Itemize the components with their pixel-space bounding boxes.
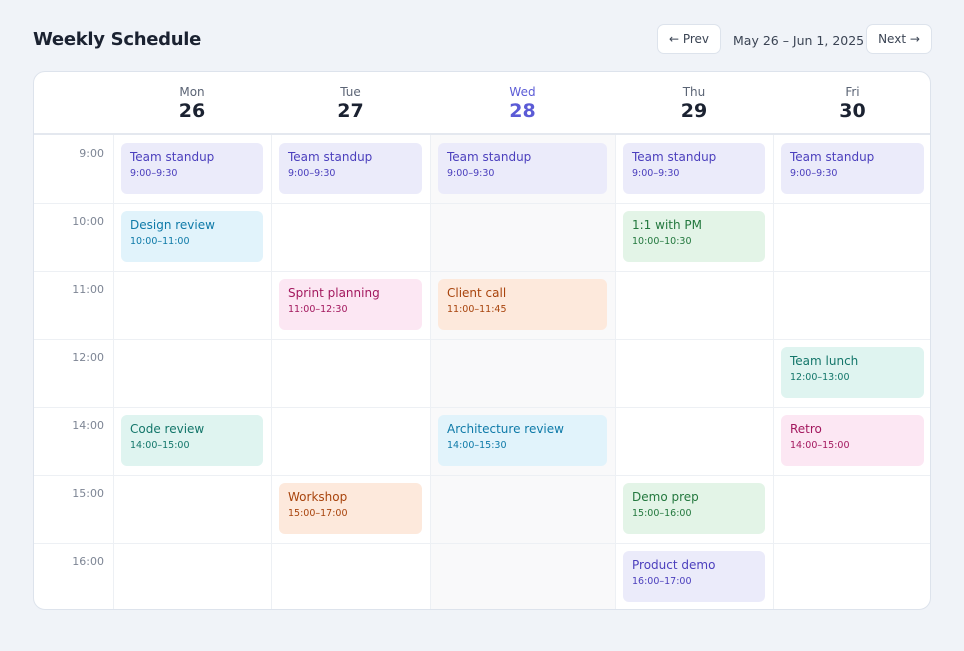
- event-title: Team standup: [130, 150, 215, 164]
- time-label: 14:00: [72, 419, 104, 432]
- event-time: 11:00–11:45: [447, 304, 507, 315]
- event-team-standup[interactable]: Team standup 9:00–9:30: [438, 143, 607, 194]
- column-divider: [615, 135, 616, 609]
- day-name: Fri: [845, 85, 860, 99]
- row-divider: [34, 407, 930, 408]
- today-column-highlight: [430, 135, 615, 609]
- time-label: 16:00: [72, 555, 104, 568]
- time-label: 10:00: [72, 215, 104, 228]
- event-title: Team standup: [632, 150, 717, 164]
- event-time: 15:00–17:00: [288, 508, 348, 519]
- day-header-tue: Tue 27: [271, 72, 430, 135]
- row-divider: [34, 543, 930, 544]
- event-team-lunch[interactable]: Team lunch 12:00–13:00: [781, 347, 924, 398]
- column-divider: [113, 135, 114, 609]
- schedule-grid: 9:00 10:00 11:00 12:00 14:00 15:00 16:00 Team s…: [34, 135, 930, 609]
- column-divider: [773, 135, 774, 609]
- day-header-fri: Fri 30: [773, 72, 930, 135]
- event-demo-prep[interactable]: Demo prep 15:00–16:00: [623, 483, 765, 534]
- event-title: Sprint planning: [288, 286, 380, 300]
- event-time: 15:00–16:00: [632, 508, 692, 519]
- row-divider: [34, 203, 930, 204]
- date-range-label: May 26 – Jun 1, 2025: [733, 33, 865, 48]
- event-time: 16:00–17:00: [632, 576, 692, 587]
- event-design-review[interactable]: Design review 10:00–11:00: [121, 211, 263, 262]
- event-time: 14:00–15:00: [130, 440, 190, 451]
- event-title: Architecture review: [447, 422, 564, 436]
- day-header-thu: Thu 29: [615, 72, 773, 135]
- time-label: 9:00: [79, 147, 104, 160]
- day-header-mon: Mon 26: [113, 72, 271, 135]
- event-time: 9:00–9:30: [288, 168, 336, 179]
- row-divider: [34, 271, 930, 272]
- event-time: 14:00–15:00: [790, 440, 850, 451]
- event-time: 9:00–9:30: [790, 168, 838, 179]
- event-client-call[interactable]: Client call 11:00–11:45: [438, 279, 607, 330]
- day-number: 30: [839, 100, 866, 122]
- column-divider: [430, 135, 431, 609]
- event-1-1-with-pm[interactable]: 1:1 with PM 10:00–10:30: [623, 211, 765, 262]
- event-team-standup[interactable]: Team standup 9:00–9:30: [121, 143, 263, 194]
- event-code-review[interactable]: Code review 14:00–15:00: [121, 415, 263, 466]
- event-time: 12:00–13:00: [790, 372, 850, 383]
- event-title: Team standup: [790, 150, 875, 164]
- event-title: 1:1 with PM: [632, 218, 702, 232]
- schedule-card: Mon 26 Tue 27 Wed 28 Thu 29 Fri 30 9:00 10:00 11:00…: [33, 71, 931, 610]
- day-number: 27: [337, 100, 364, 122]
- event-workshop[interactable]: Workshop 15:00–17:00: [279, 483, 422, 534]
- event-time: 11:00–12:30: [288, 304, 348, 315]
- event-title: Workshop: [288, 490, 348, 504]
- day-header-wed: Wed 28: [430, 72, 615, 135]
- event-time: 9:00–9:30: [632, 168, 680, 179]
- column-divider: [271, 135, 272, 609]
- day-name: Tue: [340, 85, 361, 99]
- row-divider: [34, 339, 930, 340]
- event-sprint-planning[interactable]: Sprint planning 11:00–12:30: [279, 279, 422, 330]
- event-title: Team standup: [288, 150, 373, 164]
- event-time: 9:00–9:30: [130, 168, 178, 179]
- event-title: Client call: [447, 286, 507, 300]
- event-title: Team standup: [447, 150, 532, 164]
- event-architecture-review[interactable]: Architecture review 14:00–15:30: [438, 415, 607, 466]
- time-label: 11:00: [72, 283, 104, 296]
- event-product-demo[interactable]: Product demo 16:00–17:00: [623, 551, 765, 602]
- time-label: 12:00: [72, 351, 104, 364]
- event-time: 10:00–11:00: [130, 236, 190, 247]
- day-number: 28: [509, 100, 536, 122]
- event-title: Retro: [790, 422, 822, 436]
- row-divider: [34, 475, 930, 476]
- event-title: Code review: [130, 422, 205, 436]
- event-team-standup[interactable]: Team standup 9:00–9:30: [279, 143, 422, 194]
- day-number: 29: [680, 100, 708, 122]
- event-title: Product demo: [632, 558, 716, 572]
- day-name: Thu: [682, 85, 706, 99]
- event-time: 14:00–15:30: [447, 440, 507, 451]
- prev-week-button[interactable]: ← Prev: [657, 24, 721, 54]
- page-title: Weekly Schedule: [33, 29, 202, 50]
- event-time: 9:00–9:30: [447, 168, 495, 179]
- event-team-standup[interactable]: Team standup 9:00–9:30: [623, 143, 765, 194]
- day-number: 26: [178, 100, 206, 122]
- day-header-row: Mon 26 Tue 27 Wed 28 Thu 29 Fri 30: [34, 72, 930, 135]
- day-name: Mon: [179, 85, 205, 99]
- event-time: 10:00–10:30: [632, 236, 692, 247]
- event-title: Design review: [130, 218, 215, 232]
- event-title: Team lunch: [790, 354, 859, 368]
- day-name: Wed: [509, 85, 536, 99]
- event-retro[interactable]: Retro 14:00–15:00: [781, 415, 924, 466]
- next-week-button[interactable]: Next →: [866, 24, 932, 54]
- time-label: 15:00: [72, 487, 104, 500]
- event-team-standup[interactable]: Team standup 9:00–9:30: [781, 143, 924, 194]
- event-title: Demo prep: [632, 490, 699, 504]
